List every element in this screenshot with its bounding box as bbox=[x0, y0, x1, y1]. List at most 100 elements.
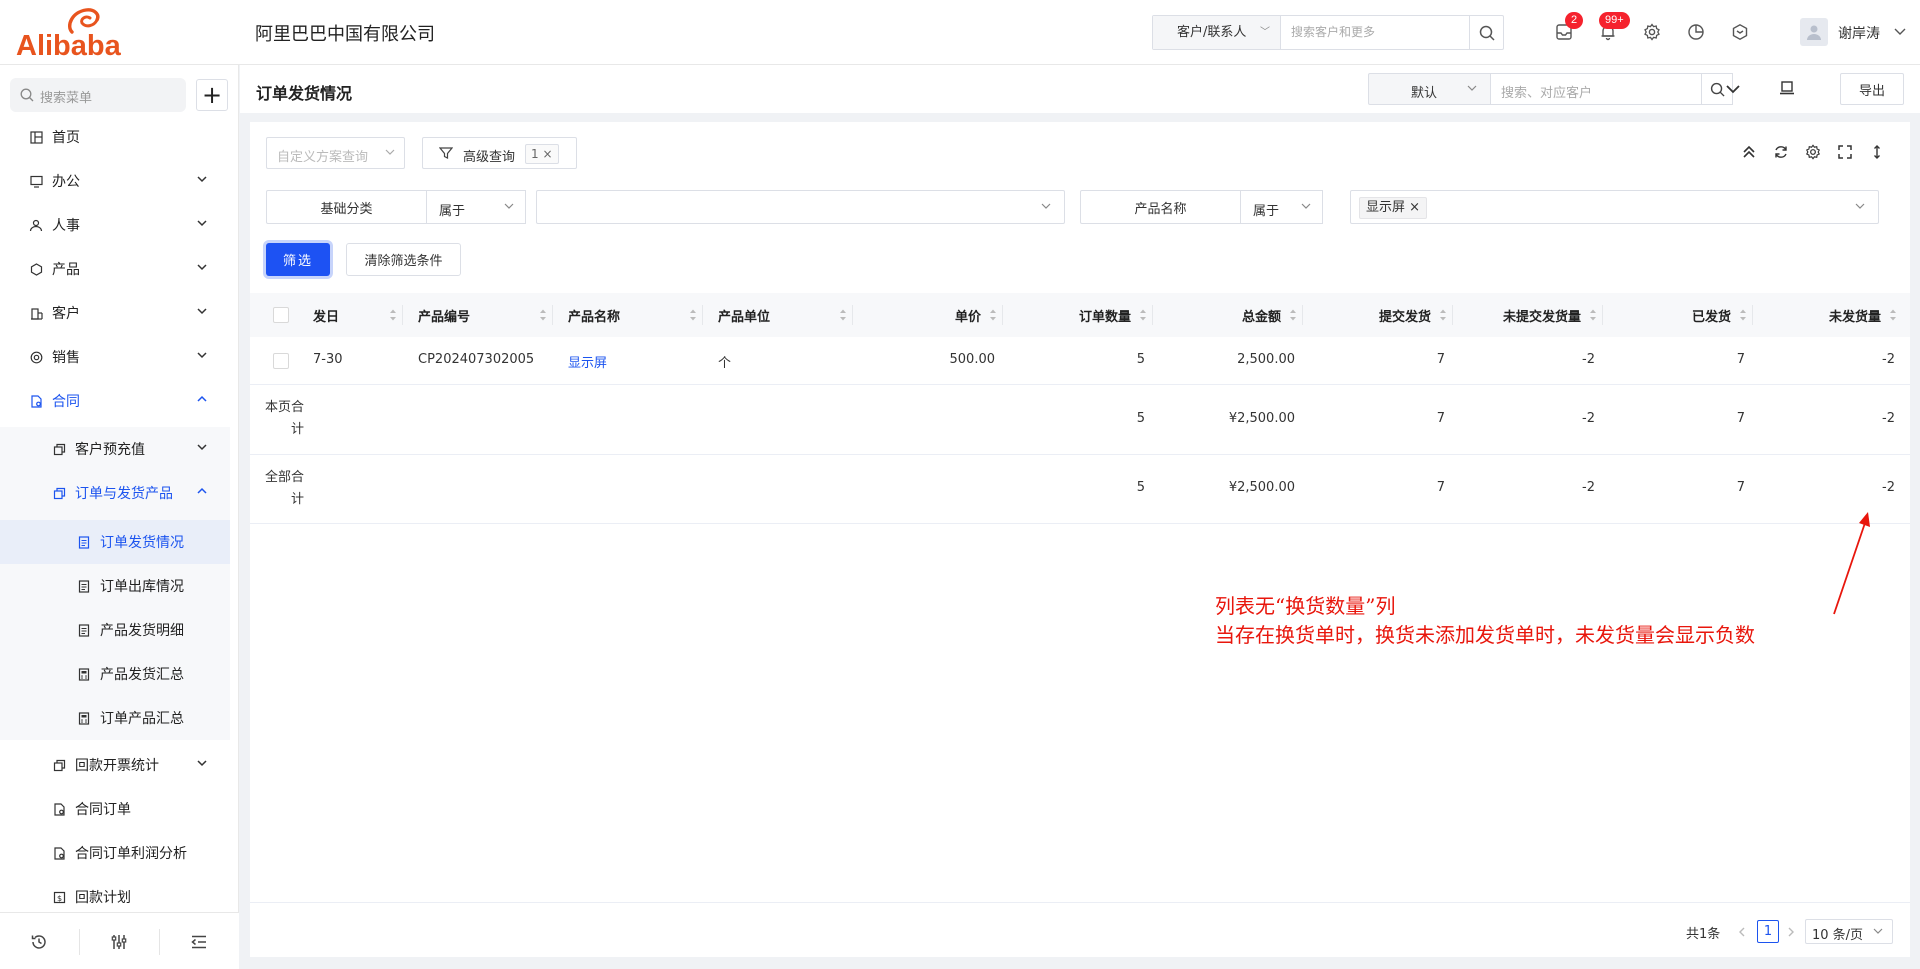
page-size-select[interactable]: 10 条/页 bbox=[1805, 919, 1893, 944]
column-header[interactable]: 未提交发货量 bbox=[1453, 293, 1603, 337]
add-button[interactable]: + bbox=[196, 79, 228, 111]
column-settings-button[interactable] bbox=[1802, 141, 1824, 163]
search-scope-select[interactable]: 客户/联系人 ﹀ bbox=[1153, 16, 1281, 49]
column-header[interactable]: 订单数量 bbox=[1003, 293, 1153, 337]
sort-icon[interactable] bbox=[1889, 308, 1897, 322]
menu-search-input[interactable]: 搜索菜单 bbox=[10, 78, 186, 112]
sort-icon[interactable] bbox=[539, 308, 547, 322]
view-select-value: 默认 bbox=[1411, 86, 1438, 101]
sort-icon[interactable] bbox=[1139, 308, 1147, 322]
global-search-input[interactable]: 搜索客户和更多 bbox=[1291, 16, 1375, 49]
scheme-select[interactable]: 自定义方案查询 bbox=[266, 137, 405, 169]
export-button[interactable]: 导出 bbox=[1840, 73, 1904, 105]
sidebar-item-home[interactable]: 首页 bbox=[0, 115, 230, 159]
fullscreen-button[interactable] bbox=[1834, 141, 1856, 163]
prev-page-button[interactable] bbox=[1734, 920, 1750, 944]
filter-operator-select[interactable]: 属于 bbox=[427, 190, 526, 224]
filter-button[interactable]: 筛选 bbox=[266, 243, 330, 276]
pie-chart-icon bbox=[1688, 24, 1704, 40]
sidebar-item-label: 回款计划 bbox=[75, 890, 131, 906]
expand-search-button[interactable] bbox=[1724, 80, 1746, 98]
sidebar-item-order-shipping-group[interactable]: 订单与发货产品 bbox=[0, 471, 230, 515]
advanced-query-button[interactable]: 高级查询 1 × bbox=[422, 137, 577, 169]
sort-icon[interactable] bbox=[1589, 308, 1597, 322]
sidebar-item-office[interactable]: 办公 bbox=[0, 159, 230, 203]
app-button[interactable] bbox=[1728, 20, 1752, 44]
sidebar-item-prepay[interactable]: 客户预充值 bbox=[0, 427, 230, 471]
notification-badge: 99+ bbox=[1599, 12, 1630, 29]
table-cell: 个 bbox=[718, 356, 732, 371]
column-header[interactable]: 产品编号 bbox=[403, 293, 553, 337]
column-header[interactable]: 产品名称 bbox=[553, 293, 703, 337]
filter-operator-select[interactable]: 属于 bbox=[1241, 190, 1323, 224]
sidebar-item-contract-profit[interactable]: 合同订单利润分析 bbox=[0, 831, 230, 875]
report-button[interactable] bbox=[1684, 20, 1708, 44]
column-header[interactable]: 未发货量 bbox=[1753, 293, 1903, 337]
close-icon[interactable]: × bbox=[1409, 200, 1420, 215]
user-name[interactable]: 谢岸涛 bbox=[1838, 23, 1880, 43]
row-checkbox[interactable] bbox=[273, 353, 289, 369]
page-total-label: 本页合计 bbox=[264, 400, 304, 437]
filter-value-select[interactable] bbox=[536, 190, 1065, 224]
chevron-down-icon[interactable] bbox=[1894, 27, 1906, 37]
product-name-link[interactable]: 显示屏 bbox=[568, 352, 607, 371]
sort-icon[interactable] bbox=[1739, 308, 1747, 322]
sidebar-item-product-shipping-summary[interactable]: 产品发货汇总 bbox=[0, 652, 230, 696]
table-cell: 7 bbox=[1436, 352, 1445, 367]
sort-icon[interactable] bbox=[1289, 308, 1297, 322]
contract-icon bbox=[51, 845, 67, 861]
sort-icon[interactable] bbox=[989, 308, 997, 322]
column-header[interactable]: 提交发货 bbox=[1303, 293, 1453, 337]
advanced-query-count[interactable]: 1 × bbox=[525, 144, 559, 164]
clear-filters-button[interactable]: 清除筛选条件 bbox=[346, 243, 461, 276]
sidebar-item-contract-order[interactable]: 合同订单 bbox=[0, 787, 230, 831]
filter-field-basic-category[interactable]: 基础分类 bbox=[266, 190, 427, 224]
avatar[interactable] bbox=[1800, 18, 1828, 46]
print-button[interactable] bbox=[1778, 79, 1800, 99]
table-cell: 7 bbox=[1436, 411, 1445, 426]
sidebar-item-hr[interactable]: 人事 bbox=[0, 203, 230, 247]
collapse-menu-button[interactable] bbox=[188, 931, 210, 953]
select-all-checkbox[interactable] bbox=[273, 307, 289, 323]
copy-icon bbox=[51, 441, 67, 457]
sidebar-item-sales[interactable]: 销售 bbox=[0, 335, 230, 379]
sidebar-item-payment-invoice-stats[interactable]: 回款开票统计 bbox=[0, 743, 230, 787]
column-header[interactable]: 总金额 bbox=[1153, 293, 1303, 337]
global-search-button[interactable] bbox=[1469, 16, 1503, 49]
collapse-filters-button[interactable] bbox=[1738, 141, 1760, 163]
sidebar-item-product[interactable]: 产品 bbox=[0, 247, 230, 291]
page-total-row: 本页合计 5 ¥2,500.00 7 -2 7 -2 bbox=[250, 385, 1910, 455]
filter-value-select[interactable]: 显示屏 × bbox=[1350, 190, 1879, 224]
sort-icon[interactable] bbox=[1439, 308, 1447, 322]
view-select[interactable]: 默认 bbox=[1368, 73, 1491, 105]
sort-icon[interactable] bbox=[689, 308, 697, 322]
table-row[interactable]: 7-30 CP202407302005 显示屏 个 500.00 5 2,500… bbox=[250, 337, 1910, 385]
next-page-button[interactable] bbox=[1783, 920, 1799, 944]
sidebar-item-order-shipping-status[interactable]: 订单发货情况 bbox=[0, 520, 230, 564]
column-header[interactable]: 产品单位 bbox=[703, 293, 853, 337]
sidebar-item-product-shipping-detail[interactable]: 产品发货明细 bbox=[0, 608, 230, 652]
alibaba-logo[interactable]: Alibaba bbox=[16, 6, 146, 61]
history-button[interactable] bbox=[28, 931, 50, 953]
settings-button[interactable] bbox=[1640, 20, 1664, 44]
sort-icon[interactable] bbox=[389, 308, 397, 322]
column-header[interactable]: 发日 bbox=[313, 293, 403, 337]
sidebar-item-customer[interactable]: 客户 bbox=[0, 291, 230, 335]
sidebar-item-order-product-summary[interactable]: 订单产品汇总 bbox=[0, 696, 230, 740]
filter-tag-label: 显示屏 bbox=[1366, 200, 1406, 215]
column-header[interactable]: 已发货 bbox=[1603, 293, 1753, 337]
sidebar-item-order-outbound[interactable]: 订单出库情况 bbox=[0, 564, 230, 608]
page-search-input[interactable]: 搜索、对应客户 bbox=[1490, 73, 1716, 105]
sort-icon[interactable] bbox=[839, 308, 847, 322]
column-header[interactable]: 单价 bbox=[853, 293, 1003, 337]
close-icon[interactable]: × bbox=[542, 147, 552, 161]
table-cell: 7 bbox=[1736, 411, 1745, 426]
divider bbox=[159, 929, 160, 955]
filter-field-product-name[interactable]: 产品名称 bbox=[1080, 190, 1241, 224]
chevron-down-icon bbox=[1873, 928, 1883, 934]
filter-settings-button[interactable] bbox=[108, 931, 130, 953]
sidebar-item-contract[interactable]: 合同 bbox=[0, 379, 230, 423]
row-height-button[interactable] bbox=[1866, 141, 1888, 163]
refresh-button[interactable] bbox=[1770, 141, 1792, 163]
page-number-current[interactable]: 1 bbox=[1757, 920, 1779, 943]
